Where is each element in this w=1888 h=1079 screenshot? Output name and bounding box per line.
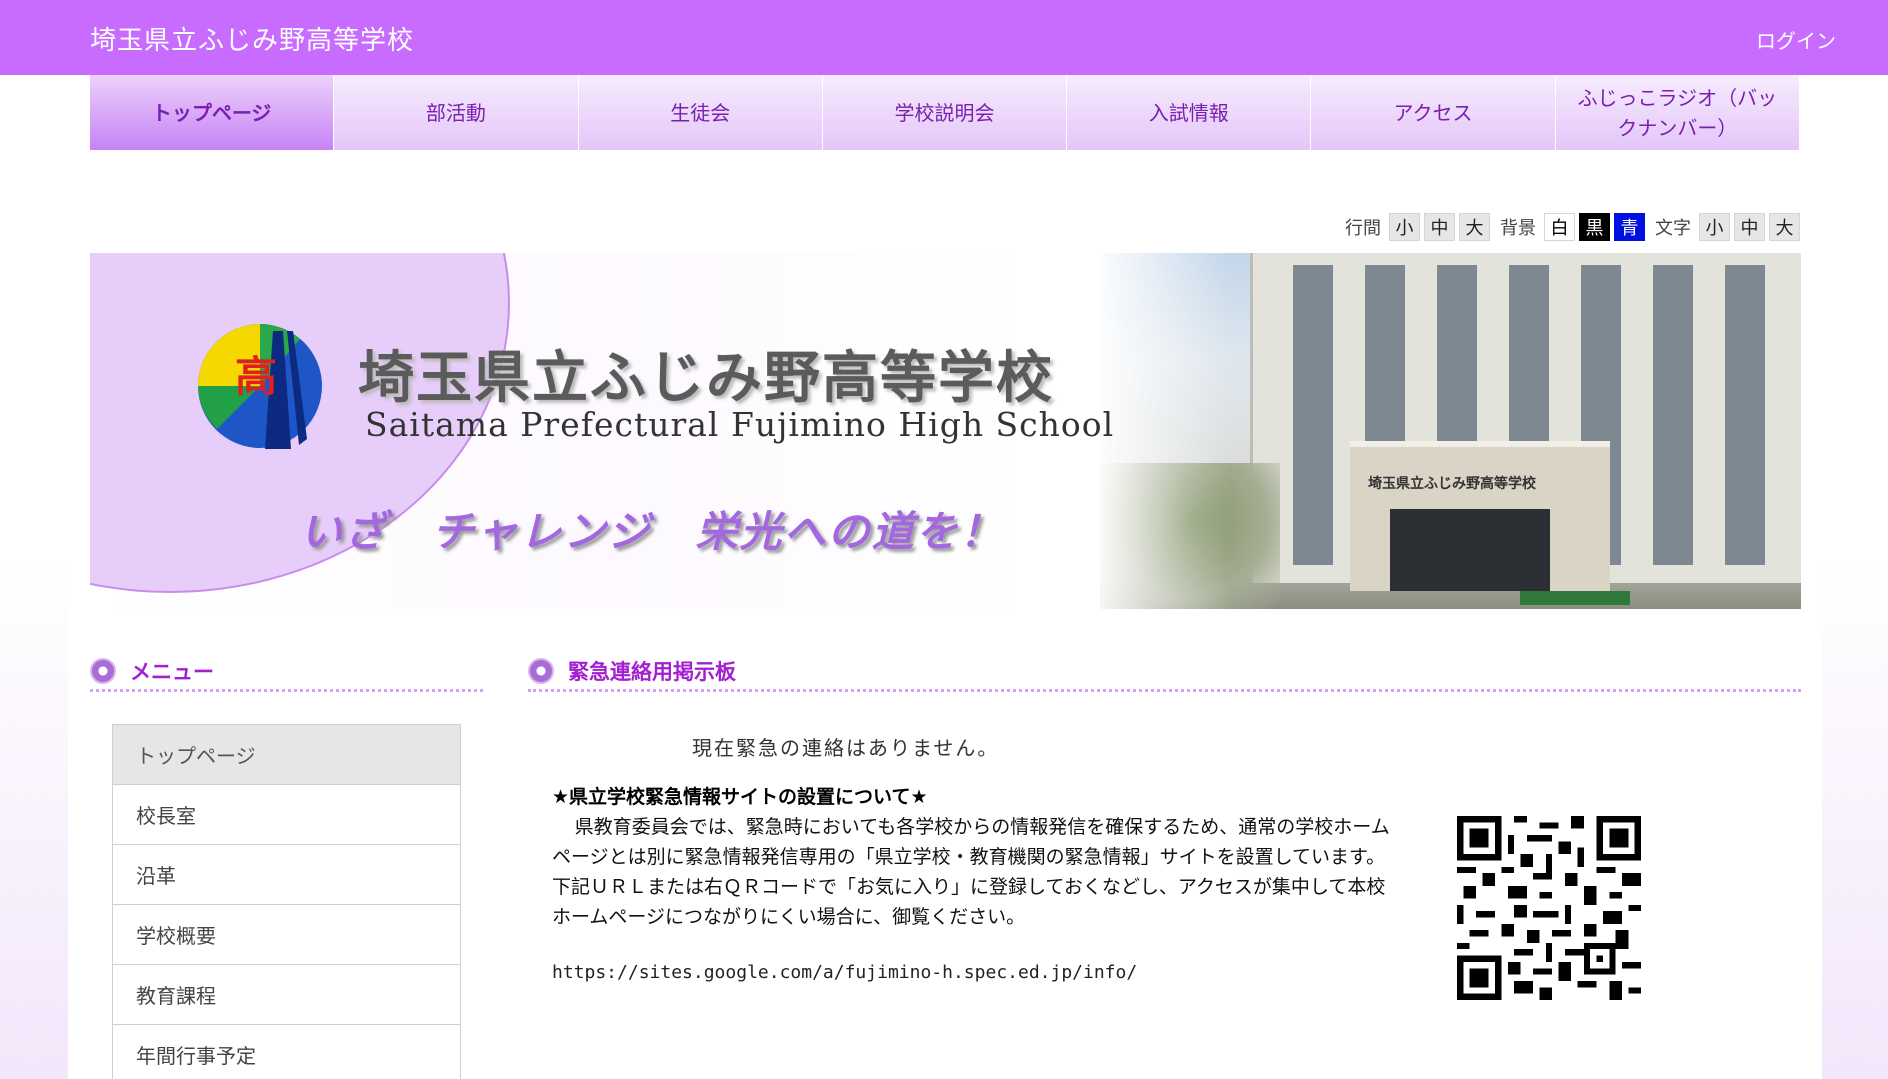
side-menu-item-curriculum[interactable]: 教育課程 — [113, 965, 460, 1025]
text-size-large-button[interactable]: 大 — [1769, 213, 1800, 241]
main-nav: トップページ 部活動 生徒会 学校説明会 入試情報 アクセス ふじっこラジオ（バ… — [90, 75, 1799, 150]
accessibility-controls: 行間 小 中 大 背景 白 黒 青 文字 小 中 大 — [1339, 213, 1800, 241]
notice-body: 県教育委員会では、緊急時においても各学校からの情報発信を確保するため、通常の学校… — [552, 816, 1390, 928]
line-spacing-small-button[interactable]: 小 — [1389, 213, 1420, 241]
background-white-button[interactable]: 白 — [1544, 213, 1575, 241]
nav-item-student-council[interactable]: 生徒会 — [578, 75, 823, 150]
top-bar: 埼玉県立ふじみ野高等学校 ログイン — [0, 0, 1888, 75]
nav-item-club-activities[interactable]: 部活動 — [334, 75, 579, 150]
emergency-site-url[interactable]: https://sites.google.com/a/fujimino-h.sp… — [552, 962, 1137, 983]
school-logo-icon: 高 — [198, 324, 322, 449]
side-menu-item-history[interactable]: 沿革 — [113, 845, 460, 905]
banner-title-japanese: 埼玉県立ふじみ野高等学校 — [358, 345, 1054, 411]
side-menu: トップページ 校長室 沿革 学校概要 教育課程 年間行事予定 — [112, 724, 461, 1079]
nav-item-radio-archive[interactable]: ふじっこラジオ（バックナンバー） — [1555, 75, 1799, 150]
login-link[interactable]: ログイン — [1756, 25, 1836, 54]
text-size-medium-button[interactable]: 中 — [1734, 213, 1765, 241]
banner-slogan: いざ チャレンジ 栄光への道を！ — [300, 507, 1004, 556]
nav-item-access[interactable]: アクセス — [1311, 75, 1556, 150]
background-label: 背景 — [1500, 218, 1536, 239]
main-heading-label: 緊急連絡用掲示板 — [568, 659, 736, 684]
nav-item-school-briefing[interactable]: 学校説明会 — [822, 75, 1068, 150]
entrance-door — [1390, 509, 1550, 591]
logo-character: 高 — [235, 352, 277, 401]
line-spacing-medium-button[interactable]: 中 — [1424, 213, 1455, 241]
side-menu-item-annual-schedule[interactable]: 年間行事予定 — [113, 1025, 460, 1079]
sidebar-heading: メニュー — [90, 652, 483, 692]
side-menu-item-top-page[interactable]: トップページ — [113, 725, 460, 785]
notice-title: ★県立学校緊急情報サイトの設置について★ — [552, 786, 928, 808]
side-menu-item-overview[interactable]: 学校概要 — [113, 905, 460, 965]
text-size-label: 文字 — [1655, 218, 1691, 239]
nav-item-admission-info[interactable]: 入試情報 — [1067, 75, 1312, 150]
background-blue-button[interactable]: 青 — [1614, 213, 1645, 241]
nav-item-top-page[interactable]: トップページ — [90, 75, 335, 150]
line-spacing-label: 行間 — [1345, 218, 1381, 239]
banner-title-english: Saitama Prefectural Fujimino High School — [365, 405, 1115, 444]
site-title[interactable]: 埼玉県立ふじみ野高等学校 — [90, 20, 414, 57]
building-sign: 埼玉県立ふじみ野高等学校 — [1368, 476, 1536, 492]
header-banner: 埼玉県立ふじみ野高等学校 高 埼玉県立ふじみ野高等学校 Saitama Pref… — [90, 253, 1801, 609]
qr-code-icon — [1457, 816, 1641, 1000]
background-black-button[interactable]: 黒 — [1579, 213, 1610, 241]
no-emergency-message: 現在緊急の連絡はありません。 — [692, 736, 1000, 760]
line-spacing-large-button[interactable]: 大 — [1459, 213, 1490, 241]
circle-bullet-icon — [90, 657, 116, 684]
circle-bullet-icon — [528, 657, 554, 684]
side-menu-item-principal[interactable]: 校長室 — [113, 785, 460, 845]
main-heading: 緊急連絡用掲示板 — [528, 652, 1801, 692]
entrance-mat — [1520, 591, 1630, 605]
text-size-small-button[interactable]: 小 — [1699, 213, 1730, 241]
sidebar-heading-label: メニュー — [130, 659, 214, 684]
